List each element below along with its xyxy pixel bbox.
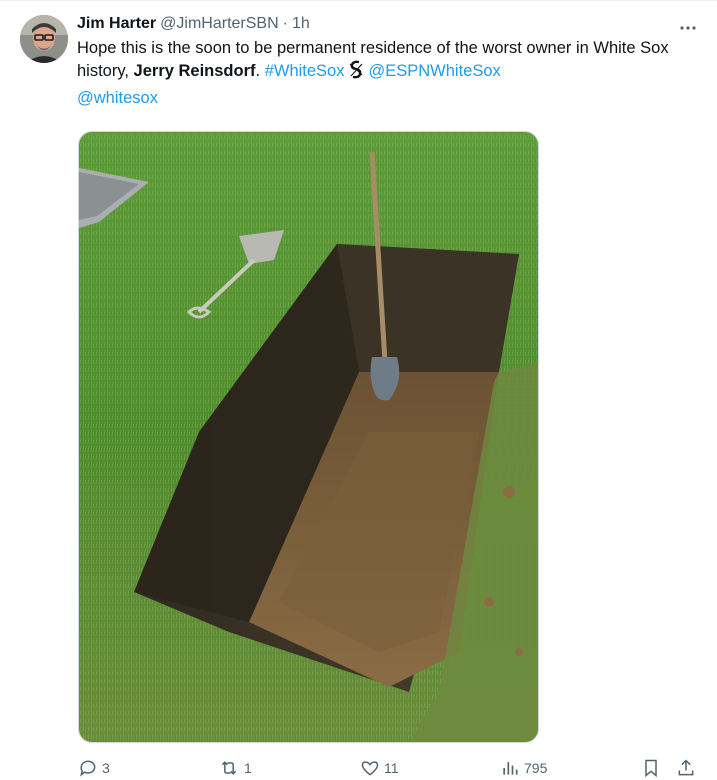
mention-link[interactable]: @whitesox [77, 89, 158, 107]
white-sox-logo-icon [348, 60, 364, 87]
like-count: 11 [384, 760, 399, 776]
author-handle[interactable]: @JimHarterSBN [160, 13, 278, 35]
bookmark-icon [645, 759, 657, 778]
tweet-timestamp[interactable]: 1h [292, 13, 310, 35]
grave-photo [79, 132, 538, 742]
mention-link[interactable]: @ESPNWhiteSox [368, 62, 500, 80]
repost-count: 1 [244, 760, 252, 776]
heart-icon [361, 761, 379, 776]
more-icon [680, 26, 696, 30]
tweet-header: Jim Harter @JimHarterSBN · 1h [77, 13, 697, 35]
tweet-text-bold: Jerry Reinsdorf [133, 62, 256, 80]
tweet-text: Hope this is the soon to be permanent re… [77, 37, 697, 110]
share-button[interactable] [676, 758, 696, 778]
share-icon [678, 759, 694, 776]
views-button[interactable]: 795 [500, 758, 547, 778]
tweet-actions-bar: 3 1 11 795 [78, 758, 698, 780]
avatar[interactable] [20, 15, 68, 63]
reply-count: 3 [102, 760, 110, 776]
hashtag-link[interactable]: #WhiteSox [265, 62, 345, 80]
separator-dot: · [282, 15, 288, 32]
repost-button[interactable]: 1 [218, 758, 252, 778]
bookmark-button[interactable] [641, 758, 661, 778]
tweet-media-image[interactable] [78, 131, 539, 743]
reply-button[interactable]: 3 [78, 758, 110, 778]
repost-icon [221, 761, 237, 775]
view-count: 795 [524, 760, 548, 776]
avatar-photo [20, 15, 68, 63]
analytics-icon [503, 762, 518, 775]
author-name[interactable]: Jim Harter [77, 13, 156, 35]
top-divider [0, 0, 717, 1]
tweet-text-period: . [255, 62, 265, 80]
like-button[interactable]: 11 [360, 758, 399, 778]
more-options-button[interactable] [676, 18, 700, 38]
reply-icon [80, 760, 96, 777]
tweet-content: Jim Harter @JimHarterSBN · 1h Hope this … [77, 13, 697, 110]
